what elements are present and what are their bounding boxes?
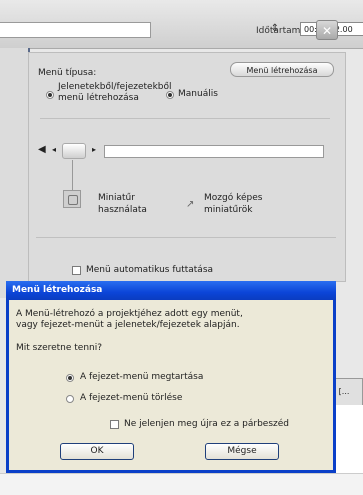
cancel-button[interactable]: Mégse [205, 443, 279, 460]
thumbnail-option-line1: Miniatűr [98, 193, 135, 203]
bottom-strip [0, 473, 363, 495]
menu-name-field[interactable] [104, 145, 324, 158]
thumbnail-option-line2: használata [98, 205, 147, 215]
dialog-message-line2: vagy fejezet-menüt a jelenetek/fejezetek… [16, 320, 240, 330]
ok-button[interactable]: OK [60, 443, 134, 460]
connector-line [72, 160, 73, 190]
menu-type-label: Menü típusa: [38, 68, 97, 78]
slider-thumb[interactable] [62, 143, 86, 159]
separator [40, 118, 330, 119]
motion-thumbnail-icon[interactable]: ↗ [186, 199, 194, 210]
autoplay-checkbox-label: Menü automatikus futtatása [86, 265, 214, 275]
motion-option-line1: Mozgó képes [204, 193, 263, 203]
arrow-right-icon[interactable]: ▸ [92, 145, 96, 154]
close-icon: ✕ [321, 24, 333, 38]
toolbar-field[interactable] [0, 22, 151, 38]
dont-show-again-checkbox[interactable] [110, 420, 119, 429]
left-frame [0, 48, 30, 298]
thumbnail-button[interactable] [63, 190, 81, 208]
dialog-question: Mit szeretne tenni? [16, 343, 103, 353]
radio-chapters-menu[interactable] [46, 91, 54, 99]
speaker-icon[interactable]: ◀ [38, 144, 46, 155]
option-delete-menu: A fejezet-menü törlése [80, 393, 183, 403]
option-manual: Manuális [178, 89, 218, 99]
option-keep-menu: A fejezet-menü megtartása [80, 372, 204, 382]
option-chapters-line2: menü létrehozása [58, 93, 139, 103]
dont-show-again-label: Ne jelenjen meg újra ez a párbeszéd [124, 419, 290, 429]
arrow-left-icon[interactable]: ◂ [52, 145, 56, 154]
motion-option-line2: miniatűrök [204, 205, 253, 215]
radio-delete-menu[interactable] [66, 395, 74, 403]
autoplay-checkbox[interactable] [72, 266, 81, 275]
radio-keep-menu[interactable] [66, 374, 74, 382]
close-button[interactable]: ✕ [316, 20, 338, 40]
duration-spinner-icon[interactable]: ⇕ [266, 20, 284, 38]
dialog-title: Menü létrehozása [6, 281, 336, 300]
radio-manual[interactable] [166, 91, 174, 99]
create-menu-button[interactable]: Menü létrehozása [230, 62, 334, 77]
separator-2 [36, 237, 336, 238]
dialog-message-line1: A Menü-létrehozó a projektjéhez adott eg… [16, 309, 243, 319]
option-chapters-line1: Jelenetekből/fejezetekből [58, 82, 172, 92]
